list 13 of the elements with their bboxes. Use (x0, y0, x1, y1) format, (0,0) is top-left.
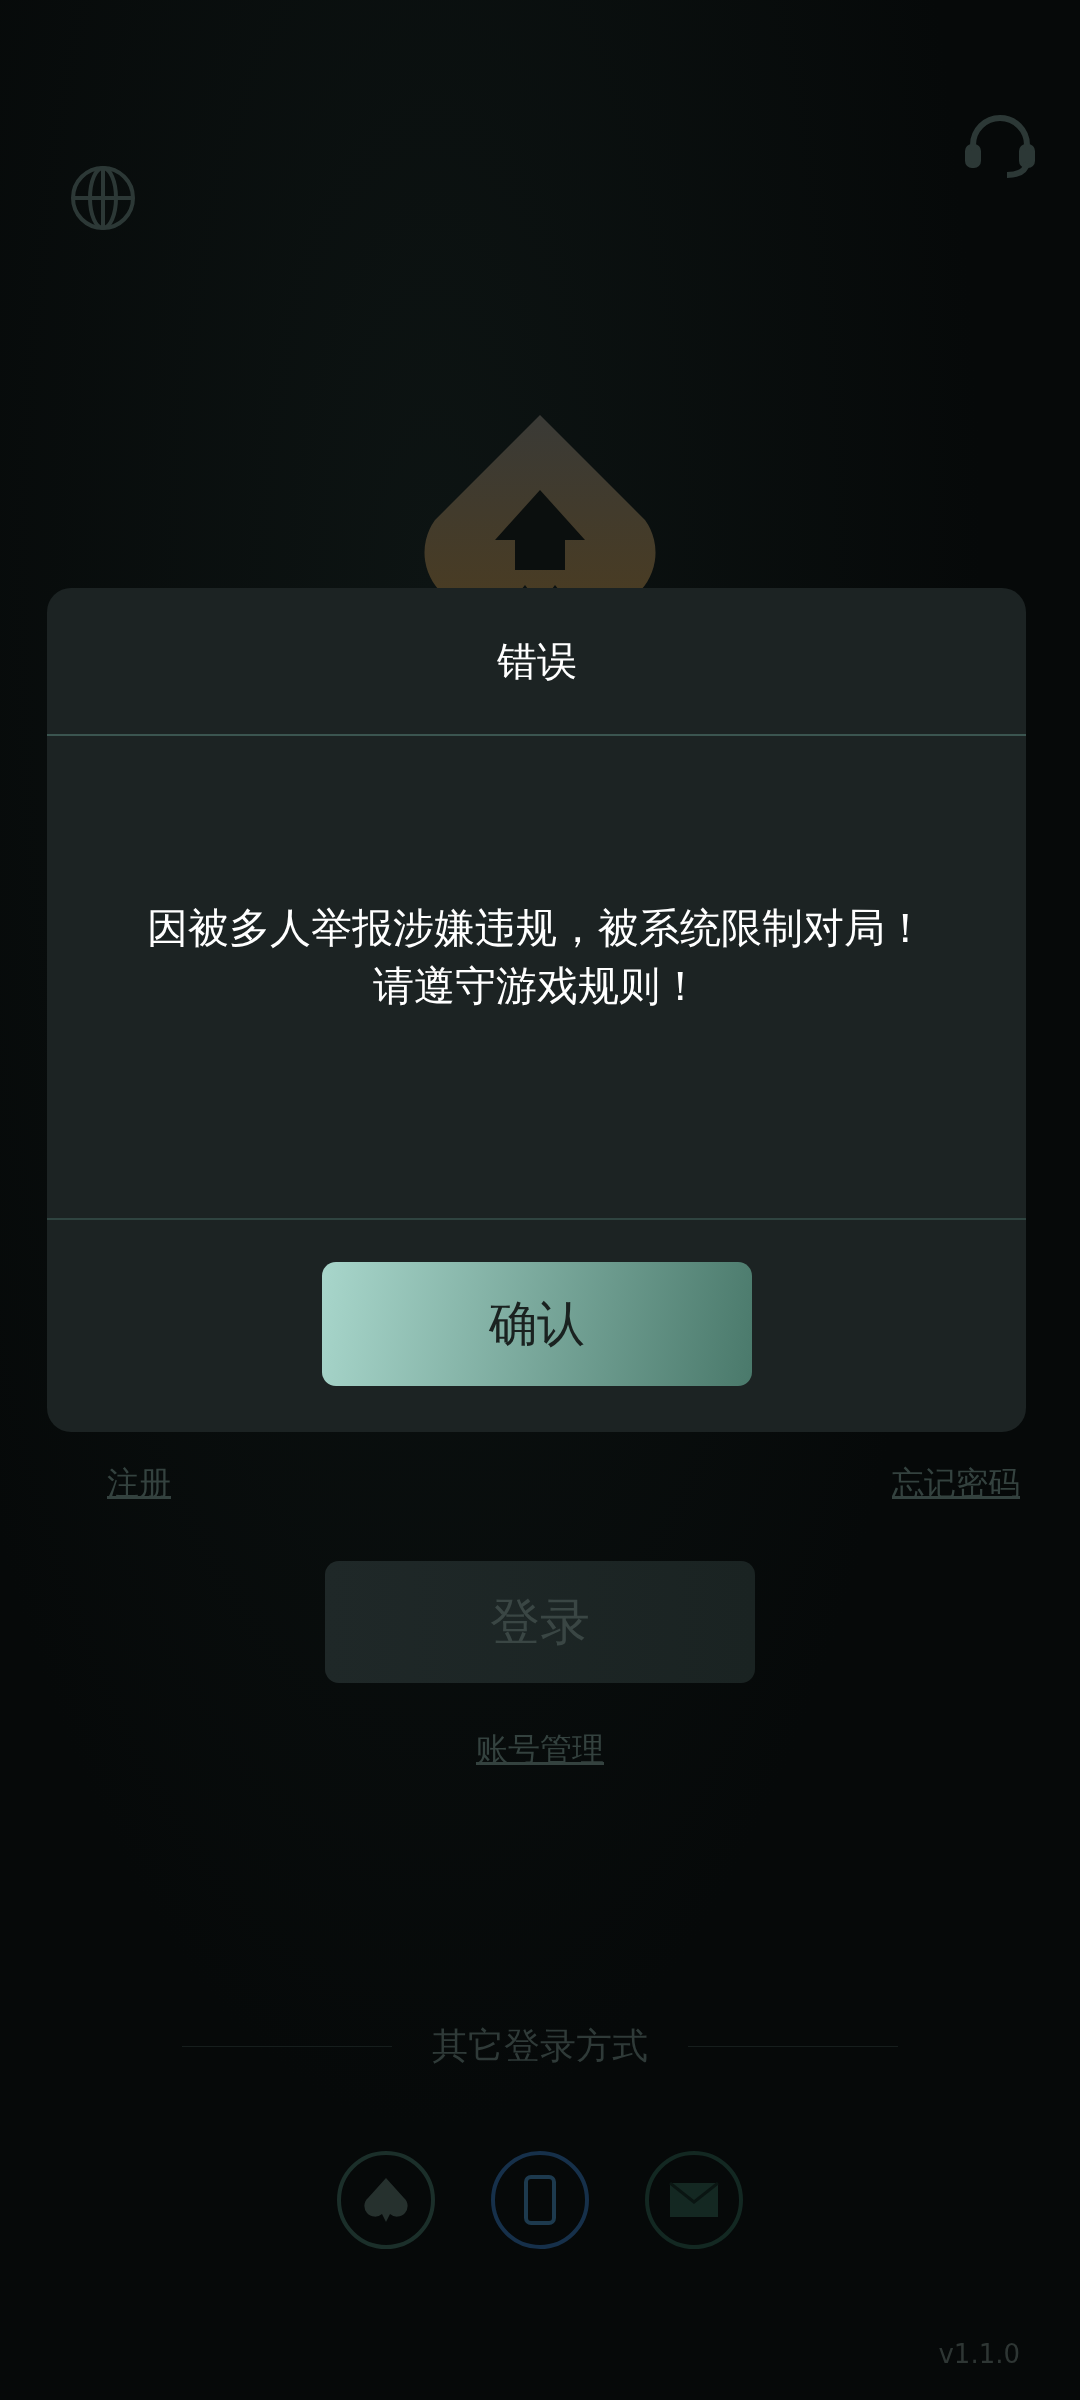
login-method-button[interactable] (645, 2151, 743, 2249)
phone-icon (524, 2175, 556, 2225)
dialog-title: 错误 (496, 636, 577, 686)
headset-icon[interactable] (965, 115, 1035, 181)
spade-icon (364, 2176, 408, 2224)
mail-icon (669, 2182, 719, 2218)
confirm-button[interactable]: 确认 (321, 1262, 752, 1386)
login-method-button[interactable] (337, 2151, 435, 2249)
login-method-button[interactable] (491, 2151, 589, 2249)
dialog-message: 因被多人举报涉嫌违规，被系统限制对局！ (147, 903, 926, 954)
globe-icon[interactable] (70, 165, 136, 231)
dialog-message: 请遵守游戏规则！ (372, 961, 701, 1012)
forgot-password-link[interactable]: 忘记密码 (892, 1462, 1020, 1506)
